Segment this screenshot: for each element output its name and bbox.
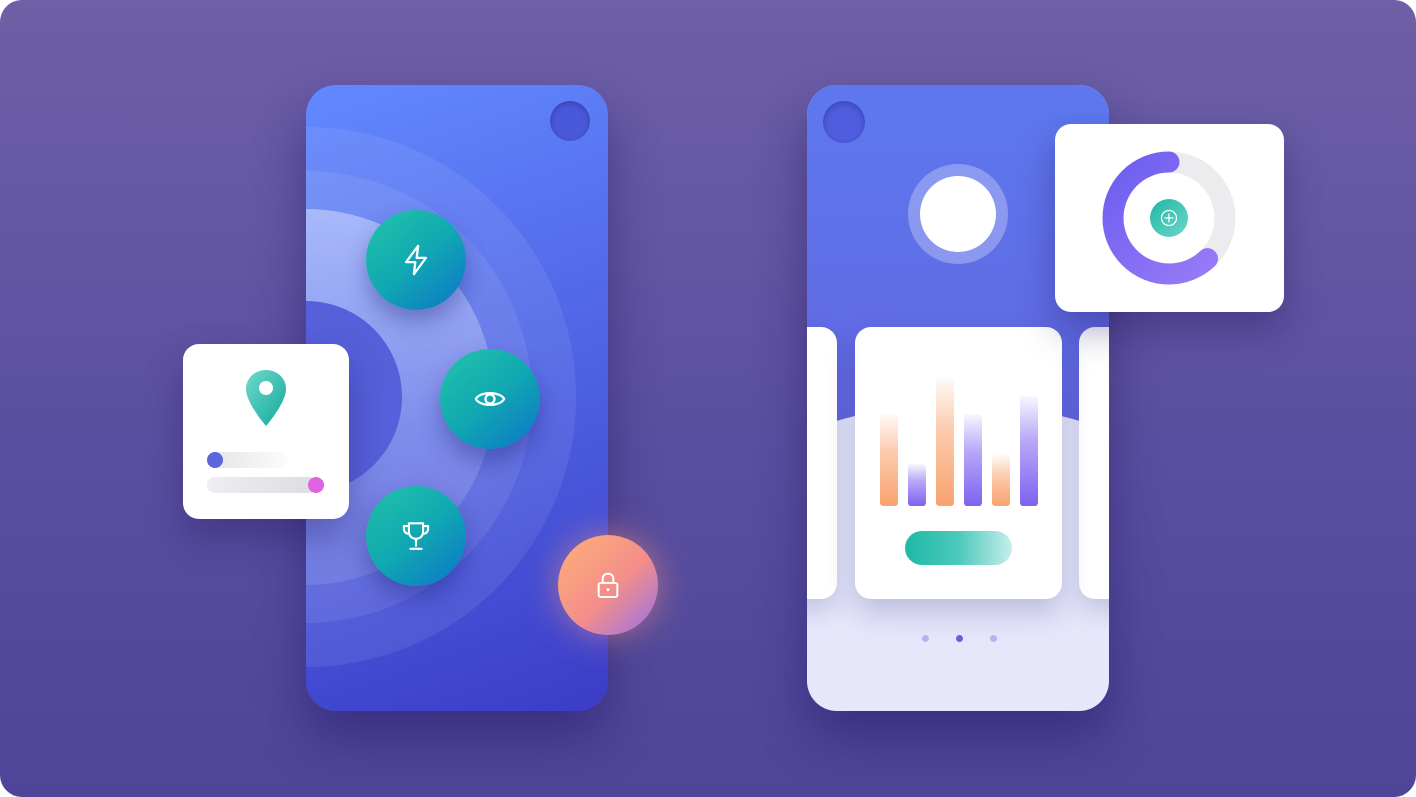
chart-bar xyxy=(908,464,926,506)
chart-action-button[interactable] xyxy=(905,531,1012,565)
chart-bar xyxy=(964,414,982,506)
pagination-dot[interactable] xyxy=(922,635,929,642)
chart-bar xyxy=(936,378,954,506)
slider-knob[interactable] xyxy=(308,477,324,493)
eye-button[interactable] xyxy=(440,349,540,449)
lock-button[interactable] xyxy=(558,535,658,635)
map-pin-icon xyxy=(246,370,286,426)
illustration-canvas xyxy=(0,0,1416,797)
next-card[interactable] xyxy=(1079,327,1109,599)
plus-circle-icon xyxy=(1160,209,1178,227)
eye-icon xyxy=(474,392,506,406)
trophy-button[interactable] xyxy=(366,486,466,586)
slider-knob[interactable] xyxy=(207,452,223,468)
previous-card[interactable] xyxy=(807,327,837,599)
chart-bar xyxy=(1020,396,1038,506)
progress-card xyxy=(1055,124,1284,312)
chart-bar xyxy=(992,455,1010,506)
location-card xyxy=(183,344,349,519)
pagination-dot[interactable] xyxy=(990,635,997,642)
lock-icon xyxy=(597,572,619,598)
add-button[interactable] xyxy=(1150,199,1188,237)
camera-dot xyxy=(823,101,865,143)
camera-dot xyxy=(550,101,590,141)
slider-track xyxy=(207,477,317,493)
avatar[interactable] xyxy=(920,176,996,252)
chart-bar xyxy=(880,414,898,506)
lightning-bolt-icon xyxy=(404,244,428,276)
pagination-dot[interactable] xyxy=(956,635,963,642)
lightning-bolt-button[interactable] xyxy=(366,210,466,310)
chart-card xyxy=(855,327,1062,599)
trophy-icon xyxy=(402,522,430,550)
